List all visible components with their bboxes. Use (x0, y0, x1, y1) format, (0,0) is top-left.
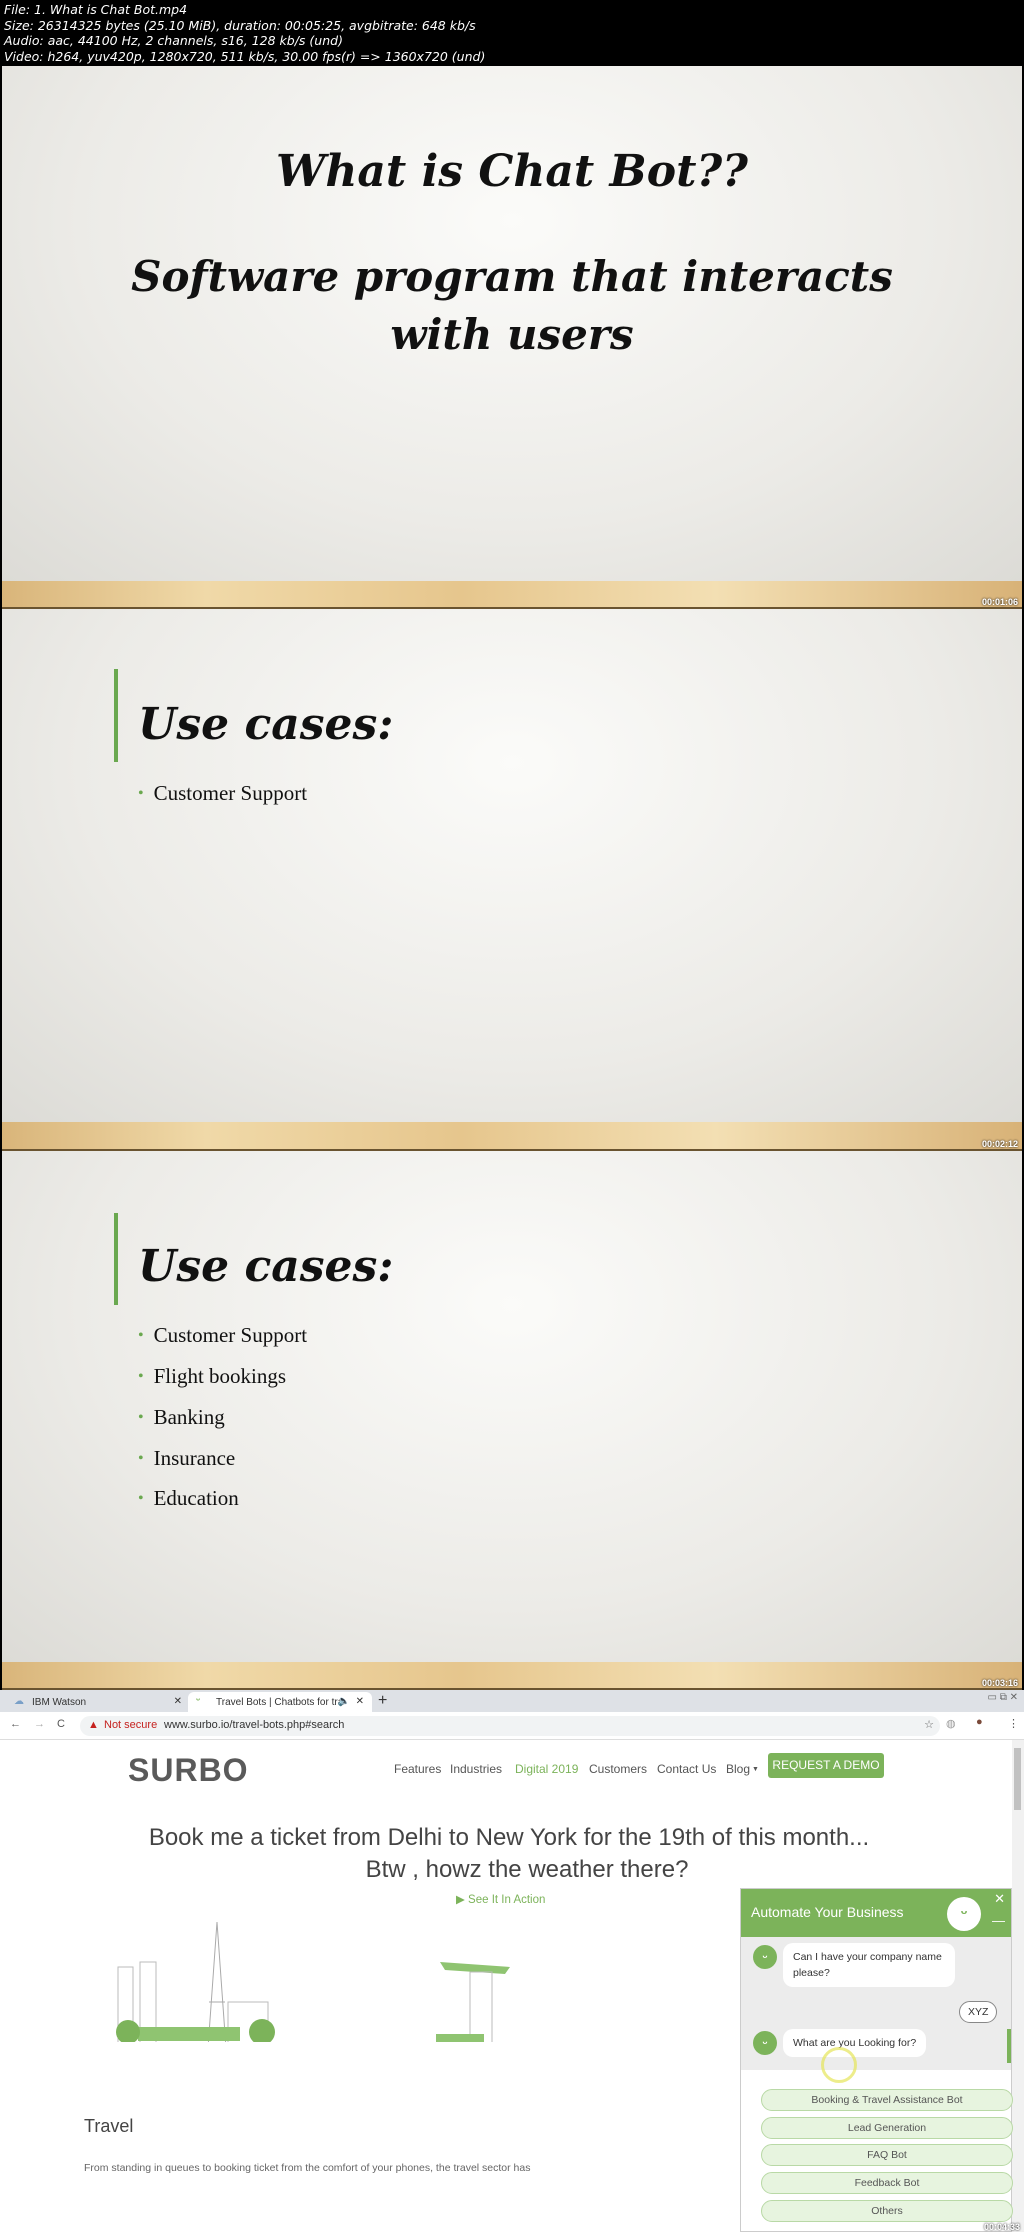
play-icon: ▶︎ (456, 1894, 469, 1906)
menu-icon[interactable]: ⋮ (1008, 1717, 1019, 1730)
slide-title: Use cases: (138, 1241, 394, 1292)
option-booking-travel[interactable]: Booking & Travel Assistance Bot (761, 2089, 1013, 2111)
tab-strip: IBM Watson ✕ ☁ ᵕ Travel Bots | Chatbots for… (0, 1690, 1024, 1712)
slide-subtitle: with users (390, 310, 634, 359)
nav-blog[interactable]: Blog (726, 1762, 750, 1776)
timestamp: 00:03:16 (981, 1678, 1018, 1688)
surbo-bot-icon: ᵕ (947, 1897, 981, 1931)
nav-customers[interactable]: Customers (589, 1762, 647, 1776)
close-icon[interactable]: ✕ (356, 1696, 364, 1707)
tab-ibm-watson[interactable]: IBM Watson ✕ ☁ (4, 1692, 190, 1712)
link-label: See It In Action (468, 1894, 546, 1906)
request-demo-button[interactable]: REQUEST A DEMO (768, 1753, 884, 1778)
avatar[interactable]: ● (976, 1716, 983, 1728)
section-paragraph: From standing in queues to booking ticke… (84, 2162, 531, 2174)
tab-label: Travel Bots | Chatbots for tra (216, 1697, 344, 1708)
web-page: SURBO Features Industries Digital 2019 C… (0, 1740, 1024, 2232)
window-controls[interactable]: ▭ ⧉ ✕ (987, 1692, 1018, 1703)
toolbar: ← → C ▲ Not secure www.surbo.io/travel-b… (0, 1712, 1024, 1740)
bullet-item: Flight bookings (138, 1364, 286, 1389)
file-info-line: Audio: aac, 44100 Hz, 2 channels, s16, 1… (4, 33, 343, 48)
chat-title: Automate Your Business (751, 1904, 904, 1920)
building-shape (469, 1971, 493, 2042)
slide-title: Use cases: (138, 699, 394, 750)
train-shape (138, 2027, 240, 2041)
bullet-item: Insurance (138, 1446, 236, 1471)
user-message: XYZ (959, 2001, 998, 2023)
tower-shape (207, 1922, 227, 2042)
nav-digital-2019[interactable]: Digital 2019 (515, 1762, 578, 1776)
caret-down-icon: ▼ (752, 1766, 759, 1773)
nav-industries[interactable]: Industries (450, 1762, 502, 1776)
option-feedback-bot[interactable]: Feedback Bot (761, 2172, 1013, 2194)
scrollbar[interactable] (1012, 1740, 1024, 2232)
file-info: File: 1. What is Chat Bot.mp4 Size: 2631… (4, 2, 485, 64)
scrollbar-thumb[interactable] (1014, 1748, 1021, 1810)
option-lead-generation[interactable]: Lead Generation (761, 2117, 1013, 2139)
extension-icon[interactable]: ◍ (946, 1717, 956, 1730)
headline-line: Btw , howz the weather there? (365, 1856, 689, 1883)
bus-shape (436, 2034, 484, 2042)
bot-avatar-icon: ᵕ (753, 1945, 777, 1969)
option-others[interactable]: Others (761, 2200, 1013, 2222)
chat-widget: Automate Your Business ᵕ ✕ — ᵕ Can I hav… (740, 1888, 1013, 2232)
bullet-item: Education (138, 1486, 239, 1511)
headline: Book me a ticket from Delhi to New York … (0, 1822, 1024, 1886)
bullet-item: Customer Support (138, 1323, 307, 1348)
timestamp: 00:02:12 (981, 1139, 1018, 1149)
warning-icon: ▲ (88, 1719, 99, 1731)
reload-icon[interactable]: C (57, 1718, 65, 1730)
chat-header: Automate Your Business ᵕ ✕ — (741, 1889, 1011, 1937)
slide-footer: 00:02:12 (2, 1122, 1022, 1151)
section-title: Travel (84, 2116, 134, 2136)
slide-2: Use cases: Customer Support (2, 609, 1022, 1122)
travel-illustration (116, 1922, 510, 2042)
timestamp: 00:01:06 (981, 597, 1018, 607)
back-icon[interactable]: ← (10, 1718, 21, 1730)
star-icon[interactable]: ☆ (924, 1718, 934, 1731)
bot-message: What are you Looking for? (783, 2029, 927, 2057)
security-status[interactable]: Not secure (104, 1719, 157, 1731)
new-tab-button[interactable]: + (378, 1692, 387, 1710)
surbo-favicon-icon: ᵕ (196, 1695, 201, 1706)
speaker-icon[interactable]: 🔈 (338, 1696, 350, 1707)
cursor-highlight (821, 2047, 857, 2083)
url-bar[interactable]: ▲ Not secure www.surbo.io/travel-bots.ph… (80, 1716, 940, 1736)
timestamp: 00:04:33 (983, 2222, 1020, 2232)
url-text[interactable]: www.surbo.io/travel-bots.php#search (164, 1719, 344, 1731)
chat-messages: ᵕ Can I have your company name please? X… (741, 1937, 1011, 2083)
close-icon[interactable]: ✕ (994, 1891, 1005, 1907)
browser-window: IBM Watson ✕ ☁ ᵕ Travel Bots | Chatbots for… (0, 1690, 1024, 2232)
surbo-logo[interactable]: SURBO (128, 1752, 249, 1789)
tab-travel-bots[interactable]: ᵕ Travel Bots | Chatbots for tra 🔈 ✕ (188, 1692, 372, 1712)
tree-shape (249, 2019, 275, 2042)
nav-features[interactable]: Features (394, 1762, 441, 1776)
accent-bar (114, 669, 118, 762)
see-it-in-action-link[interactable]: ▶︎ See It In Action (456, 1892, 545, 1906)
slide-subtitle: Software program that interacts (131, 252, 893, 301)
forward-icon[interactable]: → (34, 1718, 45, 1730)
slide-footer: 00:01:06 (2, 581, 1022, 609)
file-info-line: File: 1. What is Chat Bot.mp4 (4, 2, 188, 17)
slide-3: Use cases: Customer Support Flight booki… (2, 1151, 1022, 1662)
headline-line: Book me a ticket from Delhi to New York … (148, 1824, 870, 1851)
slide-title: What is Chat Bot?? (276, 146, 748, 197)
file-info-line: Size: 26314325 bytes (25.10 MiB), durati… (4, 17, 476, 33)
option-faq-bot[interactable]: FAQ Bot (761, 2144, 1013, 2166)
cloud-icon: ☁ (14, 1696, 24, 1707)
tree-shape (116, 2020, 140, 2042)
bullet-item: Customer Support (138, 781, 307, 806)
chat-scrollbar[interactable] (1007, 2029, 1011, 2063)
bullet-item: Banking (138, 1405, 225, 1430)
bot-message: Can I have your company name please? (783, 1943, 955, 1987)
close-icon[interactable]: ✕ (174, 1696, 182, 1707)
slide-footer: 00:03:16 (2, 1662, 1022, 1690)
nav-contact-us[interactable]: Contact Us (657, 1762, 716, 1776)
accent-bar (114, 1213, 118, 1305)
minimize-icon[interactable]: — (992, 1913, 1005, 1928)
slide-1: What is Chat Bot?? Software program that… (2, 66, 1022, 581)
file-info-line: Video: h264, yuv420p, 1280x720, 511 kb/s… (4, 48, 486, 64)
tab-label: IBM Watson (32, 1697, 87, 1708)
bot-avatar-icon: ᵕ (753, 2031, 777, 2055)
